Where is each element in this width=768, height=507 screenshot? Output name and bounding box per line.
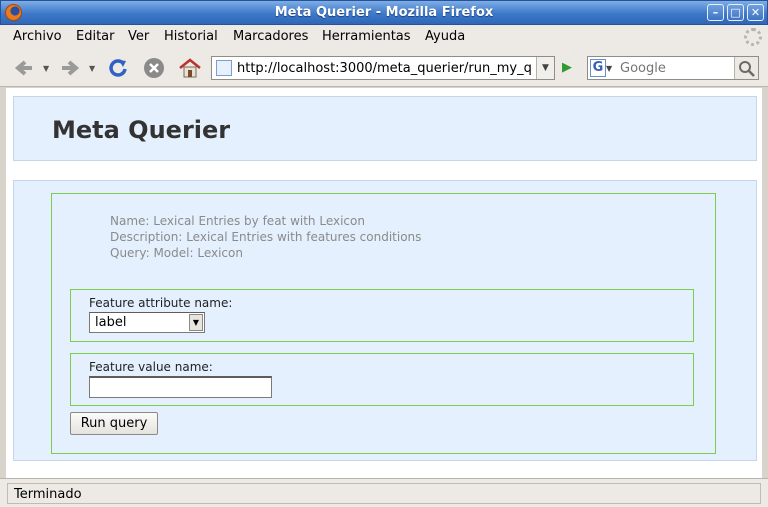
url-bar[interactable]: http://localhost:3000/meta_querier/run_m… — [211, 56, 555, 80]
page-viewport: Meta Querier Name: Lexical Entries by fe… — [6, 88, 762, 478]
close-window-icon[interactable]: ✕ — [747, 4, 764, 21]
maximize-icon[interactable]: □ — [727, 4, 744, 21]
engine-chevron-icon: ▼ — [606, 64, 613, 73]
main-panel: Name: Lexical Entries by feat with Lexic… — [13, 180, 757, 461]
query-name: Name: Lexical Entries by feat with Lexic… — [110, 214, 365, 228]
forward-arrow-icon[interactable] — [58, 57, 82, 79]
run-query-button[interactable]: Run query — [70, 412, 158, 435]
query-form: Name: Lexical Entries by feat with Lexic… — [51, 193, 716, 454]
menu-ayuda[interactable]: Ayuda — [425, 29, 465, 44]
site-favicon-icon — [216, 60, 232, 76]
menu-ver[interactable]: Ver — [128, 29, 149, 44]
menu-herramientas[interactable]: Herramientas — [322, 29, 411, 44]
status-text: Terminado — [7, 483, 761, 504]
menu-editar[interactable]: Editar — [76, 29, 115, 44]
url-dropdown-chevron-icon[interactable]: ▼ — [536, 57, 554, 79]
minimize-icon[interactable]: – — [707, 4, 724, 21]
reload-icon[interactable] — [106, 57, 130, 79]
search-input[interactable] — [620, 60, 728, 77]
query-description: Description: Lexical Entries with featur… — [110, 230, 422, 244]
status-bar: Terminado — [0, 478, 768, 507]
google-icon: G — [590, 59, 606, 77]
query-info: Name: Lexical Entries by feat with Lexic… — [110, 213, 421, 261]
search-engine-selector[interactable]: G ▼ — [590, 59, 618, 77]
home-icon[interactable] — [178, 57, 202, 79]
menu-historial[interactable]: Historial — [164, 29, 218, 44]
feature-value-input[interactable] — [89, 376, 272, 398]
search-box[interactable]: G ▼ — [587, 56, 759, 80]
feature-value-fieldset: Feature value name: — [70, 353, 694, 406]
menu-marcadores[interactable]: Marcadores — [233, 29, 308, 44]
forward-history-chevron-icon[interactable]: ▼ — [89, 64, 95, 73]
page-header: Meta Querier — [13, 96, 757, 161]
feature-value-label: Feature value name: — [89, 360, 213, 374]
back-arrow-icon[interactable] — [12, 57, 36, 79]
feature-attribute-selected: label — [95, 315, 127, 330]
feature-attribute-select[interactable]: label ▼ — [89, 312, 205, 333]
stop-icon[interactable] — [142, 57, 166, 79]
query-model: Query: Model: Lexicon — [110, 246, 243, 260]
back-history-chevron-icon[interactable]: ▼ — [43, 64, 49, 73]
throbber-icon — [744, 28, 762, 46]
window-title: Meta Querier - Mozilla Firefox — [274, 5, 494, 20]
menubar: Archivo Editar Ver Historial Marcadores … — [0, 25, 768, 49]
chevron-down-icon[interactable]: ▼ — [189, 314, 203, 331]
page-title: Meta Querier — [52, 116, 231, 144]
feature-attribute-label: Feature attribute name: — [89, 296, 233, 310]
search-icon[interactable] — [734, 57, 758, 79]
url-text[interactable]: http://localhost:3000/meta_querier/run_m… — [237, 61, 542, 76]
menu-archivo[interactable]: Archivo — [13, 29, 62, 44]
feature-attribute-fieldset: Feature attribute name: label ▼ — [70, 289, 694, 342]
go-arrow-icon[interactable]: ▶ — [557, 57, 577, 79]
window-titlebar: Meta Querier - Mozilla Firefox – □ ✕ — [0, 0, 768, 25]
